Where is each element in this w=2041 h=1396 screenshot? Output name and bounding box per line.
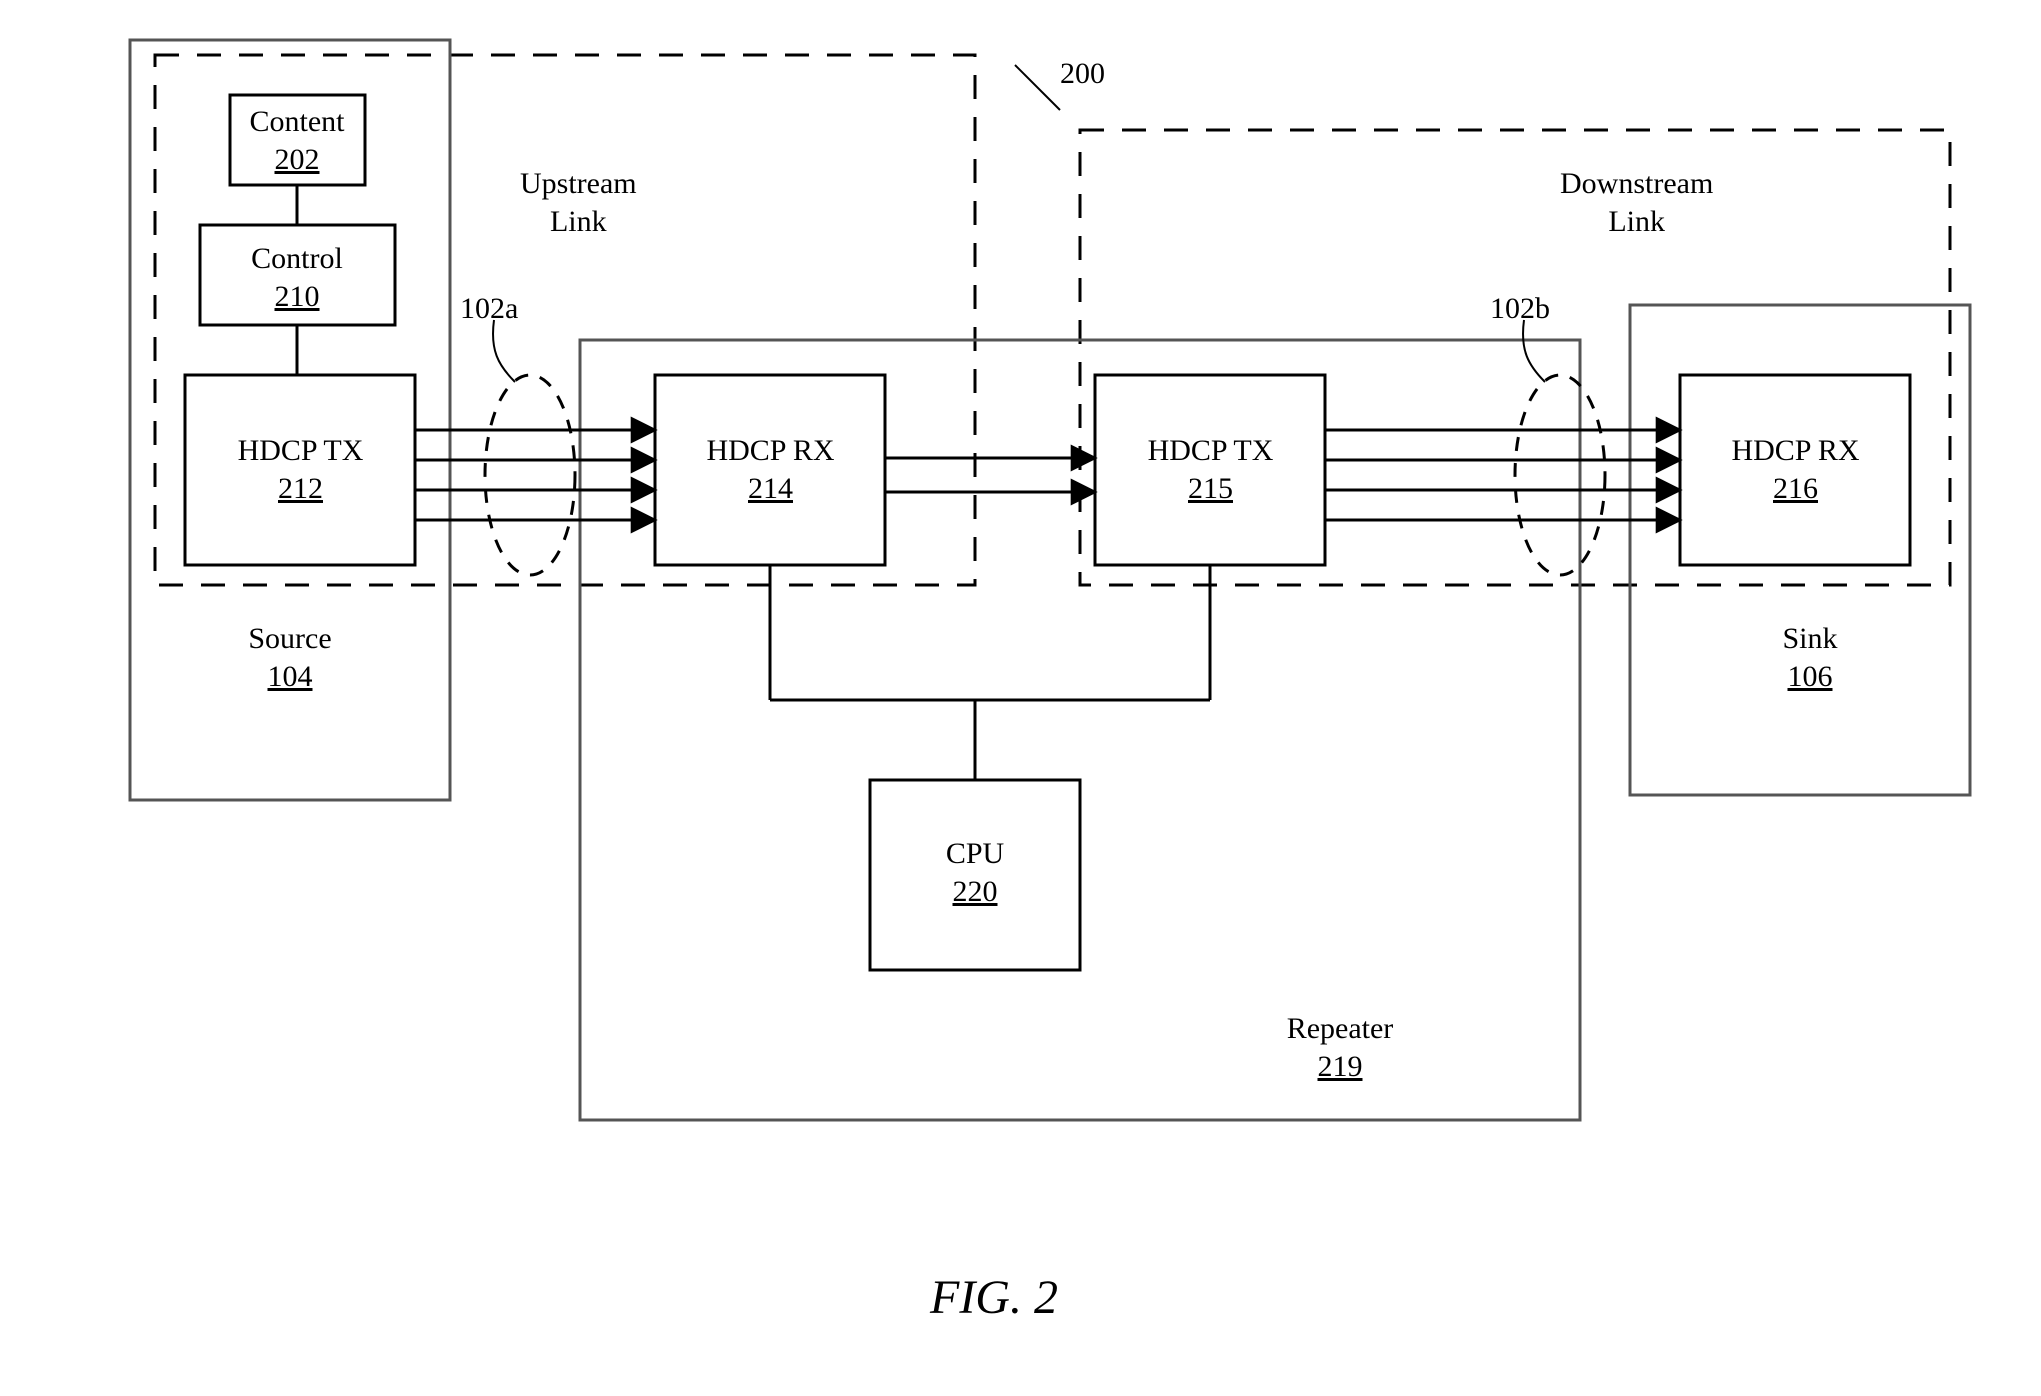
sink-hdcp-rx-label: HDCP RX216 [1713, 432, 1878, 507]
control-label: Control210 [237, 240, 357, 315]
link-ellipse-a [485, 375, 575, 575]
diagram-stage: 200 Upstream Link 102a Downstream Link 1… [0, 0, 2041, 1396]
link-b-leader [1523, 320, 1545, 382]
source-hdcp-tx-label: HDCP TX212 [218, 432, 383, 507]
downstream-link-label: Downstream Link [1560, 165, 1713, 240]
downstream-region [1080, 130, 1950, 585]
source-title: Source104 [240, 620, 340, 695]
diagram-svg [0, 0, 2041, 1396]
repeater-title: Repeater219 [1270, 1010, 1410, 1085]
system-ref-label: 200 [1060, 55, 1105, 93]
link-a-leader [493, 320, 515, 382]
repeater-hdcp-tx-label: HDCP TX215 [1128, 432, 1293, 507]
upstream-link-label: Upstream Link [520, 165, 637, 240]
sink-title: Sink106 [1760, 620, 1860, 695]
repeater-hdcp-rx-label: HDCP RX214 [688, 432, 853, 507]
figure-caption: FIG. 2 [930, 1270, 1058, 1325]
content-label: Content202 [237, 103, 357, 178]
link-ellipse-b [1515, 375, 1605, 575]
cpu-label: CPU220 [915, 835, 1035, 910]
link-a-label: 102a [460, 290, 518, 328]
link-b-label: 102b [1490, 290, 1550, 328]
